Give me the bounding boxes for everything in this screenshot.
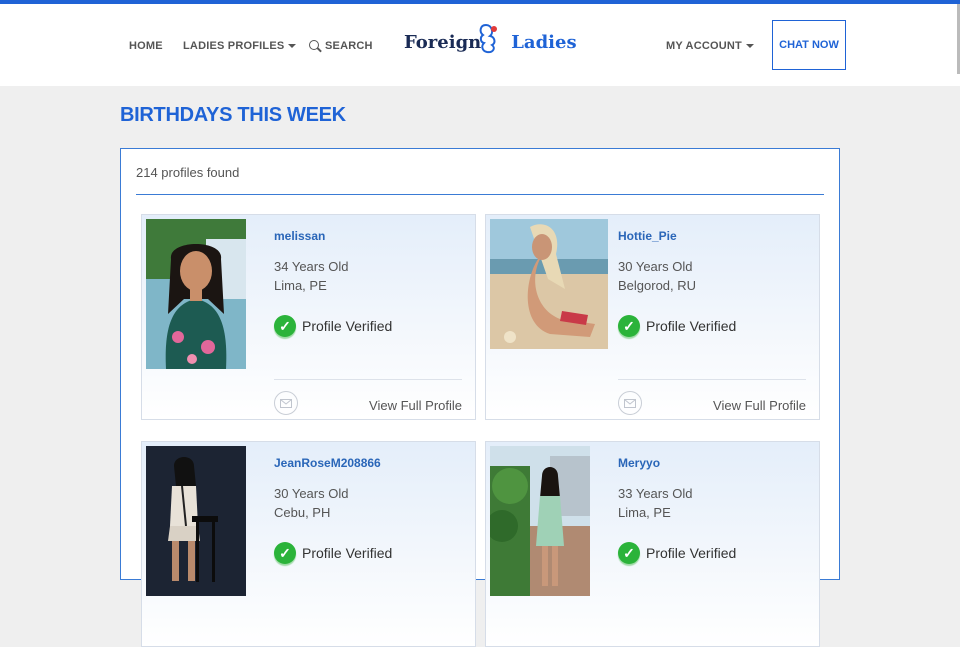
nav-my-account-label: MY ACCOUNT	[666, 40, 742, 52]
message-button[interactable]	[618, 391, 642, 415]
profile-photo[interactable]	[146, 219, 246, 369]
divider	[618, 379, 806, 380]
profile-username[interactable]: Meryyo	[618, 456, 660, 470]
verified-check-icon: ✓	[618, 315, 640, 337]
profile-location: Belgorod, RU	[618, 278, 697, 293]
view-full-profile-link[interactable]: View Full Profile	[713, 398, 806, 413]
nav-search[interactable]: SEARCH	[309, 40, 373, 52]
profile-age: 30 Years Old	[618, 259, 693, 274]
logo-word-ladies: Ladies	[511, 32, 577, 53]
profile-username[interactable]: Hottie_Pie	[618, 229, 677, 243]
profile-username[interactable]: melissan	[274, 229, 325, 243]
logo-lady-icon	[479, 23, 497, 54]
caret-down-icon	[745, 44, 754, 49]
profiles-count: 214 profiles found	[136, 165, 240, 180]
profile-age: 30 Years Old	[274, 486, 349, 501]
verified-label: Profile Verified	[302, 545, 393, 561]
divider	[274, 379, 462, 380]
chat-now-button[interactable]: CHAT NOW	[772, 20, 846, 70]
nav-home[interactable]: HOME	[129, 40, 163, 52]
profile-card: JeanRoseM208866 30 Years Old Cebu, PH ✓ P…	[141, 441, 476, 647]
profile-location: Lima, PE	[274, 278, 327, 293]
profiles-panel: 214 profiles found melissan 34 Years Old…	[120, 148, 840, 647]
envelope-icon	[624, 398, 636, 408]
nav-my-account[interactable]: MY ACCOUNT	[666, 40, 754, 52]
envelope-icon	[280, 398, 292, 408]
profile-age: 34 Years Old	[274, 259, 349, 274]
profile-card: melissan 34 Years Old Lima, PE ✓ Profile …	[141, 214, 476, 420]
caret-down-icon	[288, 44, 297, 49]
message-button[interactable]	[274, 391, 298, 415]
verified-label: Profile Verified	[302, 318, 393, 334]
profile-photo[interactable]	[490, 219, 608, 349]
profile-card: Hottie_Pie 30 Years Old Belgorod, RU ✓ Pr…	[485, 214, 820, 420]
search-icon	[309, 40, 319, 50]
profile-age: 33 Years Old	[618, 486, 693, 501]
verified-label: Profile Verified	[646, 318, 737, 334]
verified-label: Profile Verified	[646, 545, 737, 561]
divider	[136, 194, 824, 195]
profile-card: Meryyo 33 Years Old Lima, PE ✓ Profile Ve…	[485, 441, 820, 647]
profile-verified-badge: ✓ Profile Verified	[274, 315, 392, 337]
page-title: BIRTHDAYS THIS WEEK	[120, 104, 346, 126]
site-logo[interactable]: Foreign Ladies	[404, 23, 577, 66]
logo-word-foreign: Foreign	[404, 32, 482, 53]
profile-location: Cebu, PH	[274, 505, 331, 520]
profile-verified-badge: ✓ Profile Verified	[618, 315, 736, 337]
nav-ladies-profiles-label: LADIES PROFILES	[183, 40, 285, 52]
view-full-profile-link[interactable]: View Full Profile	[369, 398, 462, 413]
profile-location: Lima, PE	[618, 505, 671, 520]
profile-username[interactable]: JeanRoseM208866	[274, 456, 381, 470]
nav-ladies-profiles[interactable]: LADIES PROFILES	[183, 40, 297, 52]
profile-photo[interactable]	[490, 446, 590, 596]
nav-search-label: SEARCH	[325, 40, 373, 52]
verified-check-icon: ✓	[274, 315, 296, 337]
profile-photo[interactable]	[146, 446, 246, 596]
site-header: HOME LADIES PROFILES SEARCH Foreign Ladie…	[0, 4, 960, 86]
